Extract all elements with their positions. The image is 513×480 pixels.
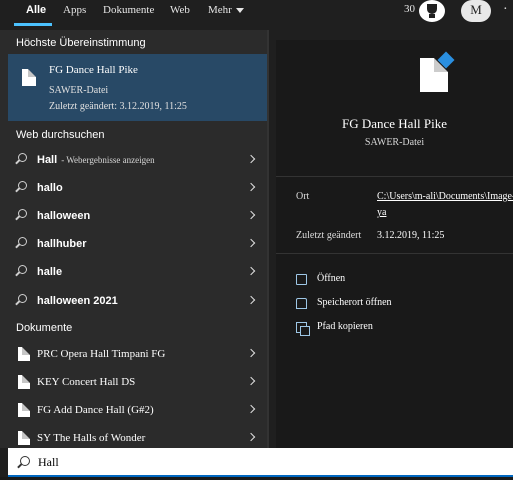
document-icon (18, 403, 30, 417)
tab-more-label: Mehr (208, 4, 232, 16)
trophy-icon[interactable] (419, 0, 445, 22)
copy-icon (296, 322, 310, 336)
chevron-down-icon (235, 7, 244, 13)
rewards-points: 30 (404, 3, 415, 15)
chevron-right-icon[interactable] (246, 154, 256, 164)
list-item-label: halloween 2021 (37, 295, 118, 307)
modified-value: 3.12.2019, 11:25 (377, 230, 445, 241)
list-item-label: hallo (37, 182, 63, 194)
divider (276, 176, 513, 177)
chevron-right-icon[interactable] (246, 266, 256, 276)
open-location-action-label: Speicherort öffnen (317, 297, 392, 308)
search-icon (18, 153, 27, 162)
tab-documents[interactable]: Dokumente (103, 0, 154, 30)
modified-label: Zuletzt geändert (296, 230, 362, 241)
chevron-right-icon[interactable] (246, 295, 256, 305)
preview-pane: FG Dance Hall Pike SAWER-Datei Ort C:\Us… (276, 40, 513, 448)
list-item-label: hallhuber (37, 238, 87, 250)
folder-icon (296, 298, 307, 309)
ellipsis-icon[interactable]: · (503, 2, 508, 18)
search-icon (18, 181, 27, 190)
location-path-link[interactable]: C:\Users\m-ali\Documents\Image- (377, 191, 513, 202)
web-result-hallhuber[interactable]: hallhuber (8, 230, 268, 258)
list-item-label: Hall - Webergebnisse anzeigen (37, 154, 155, 166)
search-icon (18, 294, 27, 303)
search-input[interactable] (38, 451, 498, 473)
preview-title: FG Dance Hall Pike (341, 116, 448, 131)
best-match-modified: Zuletzt geändert: 3.12.2019, 11:25 (49, 101, 187, 112)
tab-apps[interactable]: Apps (63, 0, 86, 30)
best-match-heading: Höchste Übereinstimmung (16, 37, 146, 49)
tab-web[interactable]: Web (170, 0, 190, 30)
chevron-right-icon[interactable] (246, 348, 256, 358)
web-result-hall[interactable]: Hall - Webergebnisse anzeigen (8, 146, 268, 174)
results-scrollbar[interactable] (267, 30, 269, 448)
top-bar: Alle Apps Dokumente Web Mehr 30 M · (0, 0, 513, 30)
copy-path-action-label: Pfad kopieren (317, 321, 373, 332)
document-result[interactable]: PRC Opera Hall Timpani FG (8, 340, 268, 368)
web-result-halle[interactable]: halle (8, 258, 268, 286)
avatar[interactable]: M (461, 0, 491, 22)
location-label: Ort (296, 191, 310, 202)
chevron-right-icon[interactable] (246, 210, 256, 220)
document-icon (18, 347, 30, 361)
chevron-right-icon[interactable] (246, 182, 256, 192)
document-icon (18, 375, 30, 389)
best-match-item[interactable]: FG Dance Hall Pike SAWER-Datei Zuletzt g… (8, 54, 268, 121)
chevron-right-icon[interactable] (246, 404, 256, 414)
chevron-right-icon[interactable] (246, 238, 256, 248)
web-result-halloween-2021[interactable]: halloween 2021 (8, 287, 268, 315)
web-search-heading: Web durchsuchen (16, 129, 105, 141)
search-icon (18, 209, 27, 218)
tab-more[interactable]: Mehr (208, 0, 244, 30)
open-icon (296, 274, 307, 285)
list-item-label: halle (37, 266, 63, 278)
chevron-right-icon[interactable] (246, 376, 256, 386)
location-path-link-cont[interactable]: ya (377, 207, 386, 218)
list-item-label: KEY Concert Hall DS (37, 376, 136, 388)
list-item-label: halloween (37, 210, 91, 222)
search-bar[interactable] (8, 448, 513, 477)
search-icon (20, 456, 30, 466)
open-action-label: Öffnen (317, 273, 346, 284)
document-result[interactable]: FG Add Dance Hall (G#2) (8, 396, 268, 424)
web-result-hallo[interactable]: hallo (8, 174, 268, 202)
document-icon (18, 431, 30, 445)
document-icon (22, 69, 36, 86)
search-icon (18, 237, 27, 246)
preview-type: SAWER-Datei (364, 137, 425, 148)
web-result-halloween[interactable]: halloween (8, 202, 268, 230)
search-icon (18, 265, 27, 274)
document-result[interactable]: KEY Concert Hall DS (8, 368, 268, 396)
list-item-label: FG Add Dance Hall (G#2) (37, 404, 154, 416)
chevron-right-icon[interactable] (246, 432, 256, 442)
results-pane: Höchste Übereinstimmung FG Dance Hall Pi… (0, 30, 268, 448)
list-item-label: PRC Opera Hall Timpani FG (37, 348, 166, 360)
documents-heading: Dokumente (16, 322, 73, 334)
best-match-type: SAWER-Datei (49, 85, 109, 96)
active-tab-indicator (14, 23, 52, 26)
best-match-title: FG Dance Hall Pike (49, 64, 138, 76)
divider (276, 253, 513, 254)
